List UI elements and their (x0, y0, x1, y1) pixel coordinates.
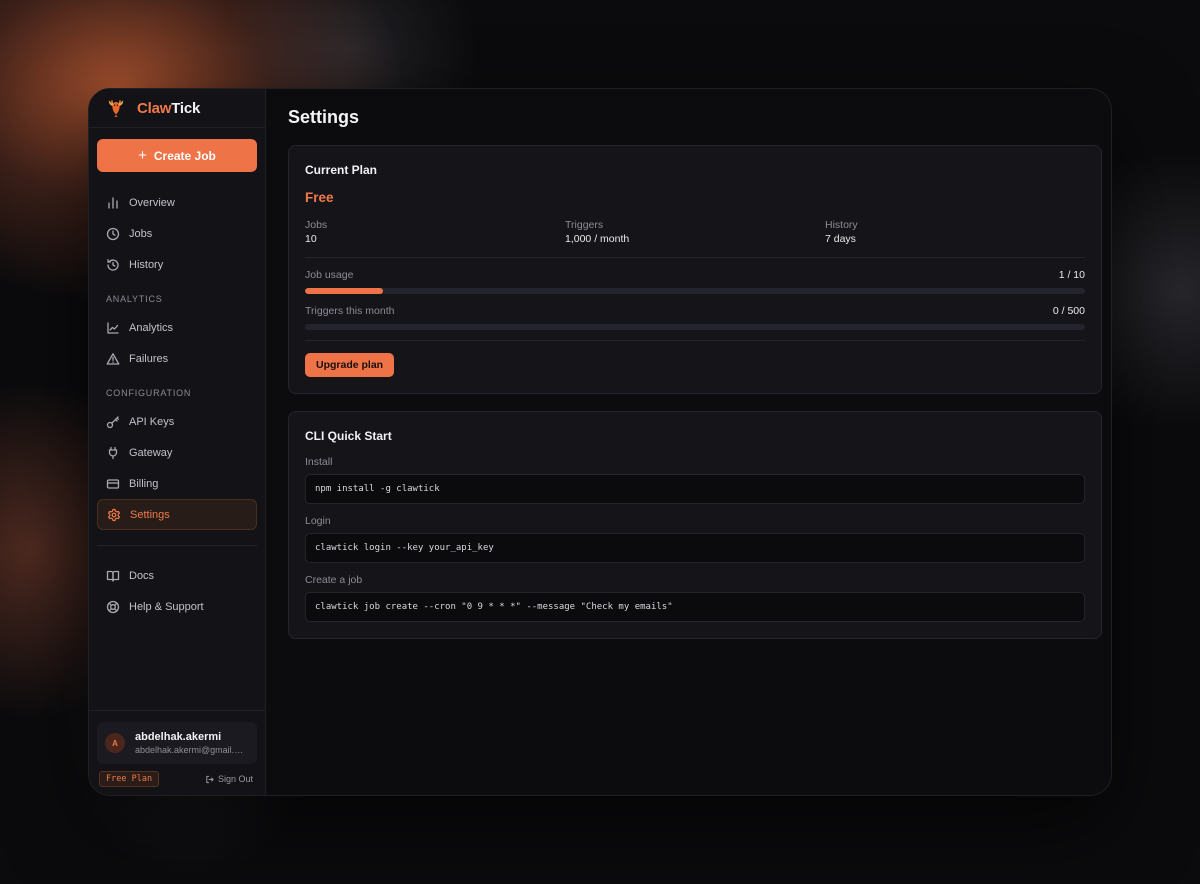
trigger-usage-value: 0 / 500 (1052, 305, 1085, 317)
card-title: Current Plan (305, 163, 378, 177)
line-chart-icon (106, 321, 120, 335)
sidebar-item-jobs[interactable]: Jobs (97, 218, 257, 249)
brand[interactable]: ClawTick (89, 89, 265, 128)
sign-out-button[interactable]: Sign Out (205, 774, 253, 784)
section-configuration: CONFIGURATION (106, 388, 192, 398)
trigger-usage: Triggers this month 0 / 500 (305, 305, 1085, 330)
job-usage-bar-fill (305, 288, 383, 294)
lobster-logo-icon (106, 98, 126, 118)
section-analytics: ANALYTICS (106, 294, 163, 304)
app-window: ClawTick + Create Job Overview Jobs Hist… (88, 88, 1112, 796)
sidebar-item-gateway[interactable]: Gateway (97, 437, 257, 468)
warning-icon (106, 352, 120, 366)
create-job-button[interactable]: + Create Job (97, 139, 257, 172)
lifebuoy-icon (106, 600, 120, 614)
plug-icon (106, 446, 120, 460)
sidebar-item-analytics[interactable]: Analytics (97, 312, 257, 343)
stat-jobs: Jobs 10 (305, 219, 328, 245)
cli-login-command[interactable]: clawtick login --key your_api_key (305, 533, 1085, 563)
book-icon (106, 569, 120, 583)
bar-chart-icon (106, 196, 120, 210)
key-icon (106, 415, 120, 429)
cli-quick-start-card: CLI Quick Start Install npm install -g c… (288, 411, 1102, 639)
avatar: A (105, 733, 125, 753)
trigger-usage-bar (305, 324, 1085, 330)
page-title: Settings (288, 107, 360, 127)
sidebar-divider (97, 545, 257, 546)
plus-icon: + (138, 147, 147, 164)
sidebar-item-api-keys[interactable]: API Keys (97, 406, 257, 437)
sidebar: ClawTick + Create Job Overview Jobs Hist… (89, 89, 266, 795)
sidebar-item-history[interactable]: History (97, 249, 257, 280)
credit-card-icon (106, 477, 120, 491)
sign-out-icon (205, 775, 214, 784)
sidebar-nav: Overview Jobs History ANALYTICS Analytic (89, 187, 265, 622)
user-area: A abdelhak.akermi abdelhak.akermi@gmail.… (89, 710, 265, 795)
sidebar-item-billing[interactable]: Billing (97, 468, 257, 499)
cli-step-label: Install (305, 456, 333, 468)
job-usage: Job usage 1 / 10 (305, 269, 1085, 294)
job-usage-value: 1 / 10 (1058, 269, 1085, 281)
gear-icon (107, 508, 121, 522)
sidebar-item-docs[interactable]: Docs (97, 560, 257, 591)
plan-name: Free (305, 190, 334, 205)
main-content: Settings Current Plan Free Jobs 10 Trigg… (266, 89, 1111, 795)
current-plan-card: Current Plan Free Jobs 10 Triggers 1,000… (288, 145, 1102, 394)
card-divider (305, 340, 1085, 341)
sidebar-item-settings[interactable]: Settings (97, 499, 257, 530)
brand-name: ClawTick (137, 99, 201, 117)
card-title: CLI Quick Start (305, 429, 392, 443)
stat-triggers: Triggers 1,000 / month (565, 219, 630, 245)
sidebar-item-help-support[interactable]: Help & Support (97, 591, 257, 622)
trigger-usage-label: Triggers this month (305, 305, 395, 317)
cli-step-label: Login (305, 515, 331, 527)
stat-history: History 7 days (825, 219, 858, 245)
plan-stats: Jobs 10 Triggers 1,000 / month History 7… (305, 219, 1085, 258)
sidebar-item-overview[interactable]: Overview (97, 187, 257, 218)
cli-step-label: Create a job (305, 574, 363, 586)
plan-badge: Free Plan (99, 771, 160, 787)
sidebar-item-failures[interactable]: Failures (97, 343, 257, 374)
cli-install-command[interactable]: npm install -g clawtick (305, 474, 1085, 504)
user-name: abdelhak.akermi (135, 731, 222, 743)
history-icon (106, 258, 120, 272)
user-card[interactable]: A abdelhak.akermi abdelhak.akermi@gmail.… (97, 722, 257, 764)
cli-create-job-command[interactable]: clawtick job create --cron "0 9 * * *" -… (305, 592, 1085, 622)
upgrade-plan-button[interactable]: Upgrade plan (305, 353, 395, 377)
user-email: abdelhak.akermi@gmail.com (135, 745, 247, 755)
job-usage-label: Job usage (305, 269, 354, 281)
job-usage-bar (305, 288, 1085, 294)
clock-icon (106, 227, 120, 241)
